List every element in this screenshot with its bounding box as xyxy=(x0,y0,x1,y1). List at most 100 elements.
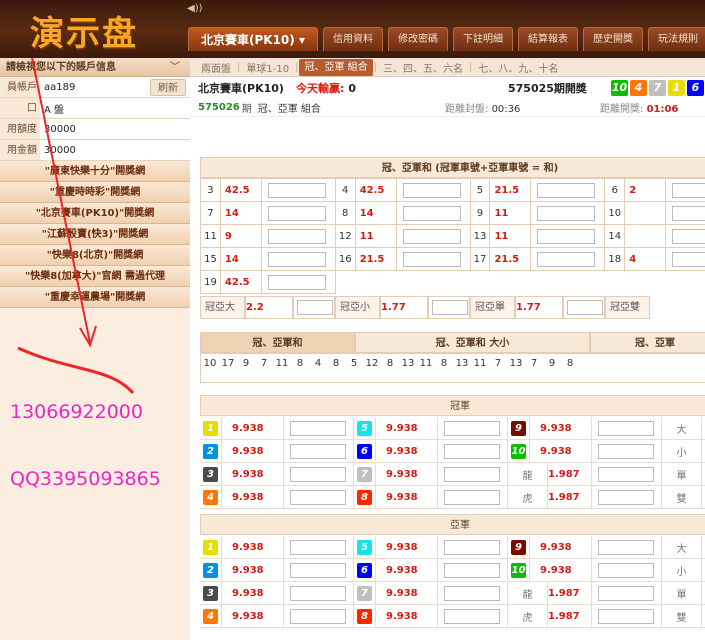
subtab-rank-3-6[interactable]: 三、四、五、六名 xyxy=(378,60,468,75)
sum-bet-input[interactable] xyxy=(671,205,705,221)
rank-bet-input[interactable] xyxy=(444,467,500,482)
rank-odds: 1.987 xyxy=(548,486,592,509)
nav-game-rules[interactable]: 玩法規則 xyxy=(647,27,705,51)
rank-bet-input[interactable] xyxy=(444,563,500,578)
champion-title: 冠軍 xyxy=(200,395,705,416)
sum-bet-input[interactable] xyxy=(671,182,705,198)
sum-bet-input[interactable] xyxy=(402,205,461,221)
number-chip: 8 xyxy=(357,609,372,624)
game-name: 北京賽車(PK10) xyxy=(198,82,284,95)
rank-bet-input[interactable] xyxy=(598,444,654,459)
sum-bet-cell xyxy=(530,201,606,225)
rank-row: 1 9.938 5 9.938 9 9.938 大 xyxy=(200,417,705,440)
runnerup-title: 亞軍 xyxy=(200,514,705,535)
rank-odds: 9.938 xyxy=(376,463,438,486)
rank-bet-cell xyxy=(438,559,508,582)
stats-tab-champion-runnerup[interactable]: 冠、亞軍 xyxy=(590,332,705,353)
stats-tab-sum[interactable]: 冠、亞軍和 xyxy=(200,332,355,353)
sidebar-heading-text: 請檢視您以下的賬戶信息 xyxy=(6,62,116,73)
subtab-champion-runnerup[interactable]: 冠、亞軍 組合 xyxy=(299,58,373,76)
sum-bet-input[interactable] xyxy=(537,205,596,221)
stats-tab-sum-bigsmall[interactable]: 冠、亞軍和 大小 xyxy=(355,332,590,353)
rank-row: 3 9.938 7 9.938 龍 1.987 單 xyxy=(200,582,705,605)
sum-bet-input[interactable] xyxy=(267,205,326,221)
sidebar-link-cq-farm[interactable]: "重慶幸運農場"開獎網 xyxy=(0,287,190,308)
bigsmall-label: 小 xyxy=(662,440,702,463)
sum-bet-input[interactable] xyxy=(537,251,596,267)
rank-bet-input[interactable] xyxy=(290,586,346,601)
sum-bet-input[interactable] xyxy=(671,251,705,267)
subtab-single-ball[interactable]: 單球1-10 xyxy=(241,60,294,75)
rank-bet-cell xyxy=(438,605,508,628)
subtab-two-sides[interactable]: 兩面盤 xyxy=(196,60,236,75)
stat-number: 11 xyxy=(275,358,289,369)
rank-bet-input[interactable] xyxy=(598,421,654,436)
rank-bet-input[interactable] xyxy=(290,563,346,578)
number-chip-cell: 7 xyxy=(354,582,376,605)
rank-bet-input[interactable] xyxy=(444,490,500,505)
subtab-rank-7-10[interactable]: 七、八、九、十名 xyxy=(473,60,563,75)
top-header: 演示盘 ◀)) 北京賽車(PK10) ▾ 信用資料 修改密碼 下註明細 結算報表… xyxy=(0,0,705,58)
sum-bet-input[interactable] xyxy=(267,274,326,290)
today-label: 今天輸贏: xyxy=(295,82,345,95)
sum-odds: 42.5 xyxy=(219,178,262,202)
rank-bet-input[interactable] xyxy=(598,540,654,555)
rank-bet-input[interactable] xyxy=(598,467,654,482)
sum-bet-cell xyxy=(260,270,336,294)
stat-number: 11 xyxy=(473,358,487,369)
rank-bet-cell xyxy=(438,417,508,440)
open-value: 01:06 xyxy=(646,104,679,115)
sidebar-link-bj-kl8[interactable]: "快樂8(北京)"開獎網 xyxy=(0,245,190,266)
rank-bet-cell xyxy=(438,582,508,605)
rank-bet-input[interactable] xyxy=(290,444,346,459)
rank-bet-input[interactable] xyxy=(598,563,654,578)
stat-number: 7 xyxy=(494,358,502,369)
sidebar-link-gd-happy10[interactable]: "廣東快樂十分"開獎網 xyxy=(0,161,190,182)
contact-qq: QQ3395093865 xyxy=(10,468,161,490)
rank-bet-input[interactable] xyxy=(290,540,346,555)
dragon-tiger-label: 龍 xyxy=(508,463,548,486)
sidebar-link-bj-pk10[interactable]: "北京賽車(PK10)"開獎網 xyxy=(0,203,190,224)
sum-bet-input[interactable] xyxy=(402,251,461,267)
bigsmall-bet-input[interactable] xyxy=(297,300,333,315)
sum-number: 7 xyxy=(200,201,221,225)
rank-bet-input[interactable] xyxy=(444,444,500,459)
sum-bet-input[interactable] xyxy=(402,228,461,244)
rank-bet-input[interactable] xyxy=(444,609,500,624)
refresh-button[interactable]: 刷新 xyxy=(150,78,186,96)
rank-bet-input[interactable] xyxy=(290,421,346,436)
sum-bet-input[interactable] xyxy=(402,182,461,198)
bigsmall-bet-input[interactable] xyxy=(432,300,468,315)
nav-credit-info[interactable]: 信用資料 xyxy=(322,27,383,51)
stat-number: 9 xyxy=(242,358,250,369)
rank-bet-input[interactable] xyxy=(290,490,346,505)
sidebar-link-ca-kl8[interactable]: "快樂8(加拿大)"官網 需過代理 xyxy=(0,266,190,287)
speaker-icon[interactable]: ◀)) xyxy=(187,3,203,14)
chevron-down-icon[interactable]: ﹀ xyxy=(170,58,180,77)
nav-history-results[interactable]: 歷史開獎 xyxy=(582,27,643,51)
sum-bet-input[interactable] xyxy=(267,182,326,198)
rank-bet-input[interactable] xyxy=(444,421,500,436)
rank-bet-input[interactable] xyxy=(444,586,500,601)
nav-bet-details[interactable]: 下註明細 xyxy=(452,27,513,51)
nav-change-password[interactable]: 修改密碼 xyxy=(387,27,448,51)
sum-bet-input[interactable] xyxy=(671,228,705,244)
sum-number: 13 xyxy=(469,224,491,248)
nav-settlement-report[interactable]: 結算報表 xyxy=(517,27,578,51)
nav-game-select[interactable]: 北京賽車(PK10) ▾ xyxy=(188,27,318,51)
bigsmall-bet-input[interactable] xyxy=(567,300,603,315)
sum-bet-input[interactable] xyxy=(267,251,326,267)
rank-bet-input[interactable] xyxy=(598,586,654,601)
rank-bet-input[interactable] xyxy=(598,609,654,624)
sidebar-link-cq-ssc[interactable]: "重慶時時彩"開獎網 xyxy=(0,182,190,203)
sidebar-link-js-k3[interactable]: "江蘇骰寶(快3)"開獎網 xyxy=(0,224,190,245)
sum-bet-input[interactable] xyxy=(537,182,596,198)
sum-bet-input[interactable] xyxy=(537,228,596,244)
rank-bet-input[interactable] xyxy=(444,540,500,555)
rank-row: 2 9.938 6 9.938 10 9.938 小 xyxy=(200,440,705,463)
account-credit-label: 用額度 xyxy=(0,119,40,139)
rank-bet-input[interactable] xyxy=(290,609,346,624)
sum-bet-input[interactable] xyxy=(267,228,326,244)
rank-bet-input[interactable] xyxy=(290,467,346,482)
rank-bet-input[interactable] xyxy=(598,490,654,505)
